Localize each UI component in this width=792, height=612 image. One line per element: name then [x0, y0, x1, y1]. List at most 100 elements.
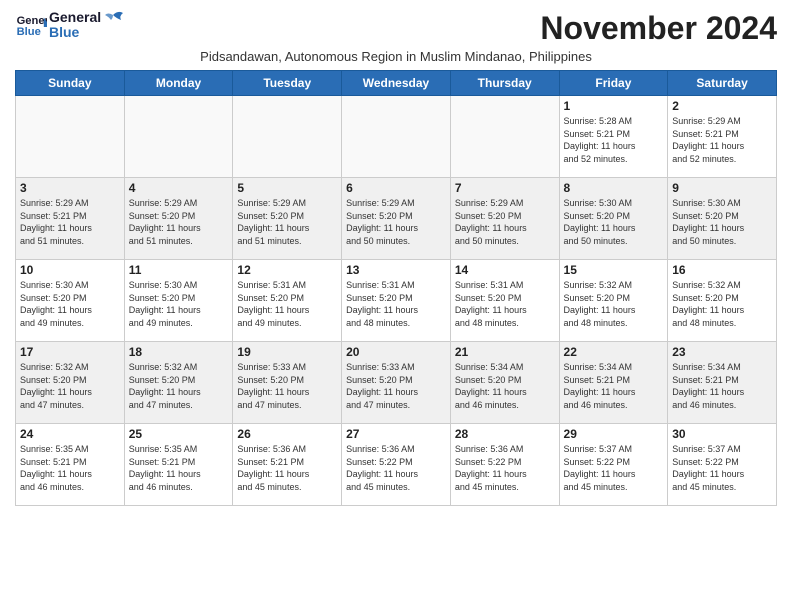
cell-info: Sunrise: 5:31 AM Sunset: 5:20 PM Dayligh…: [455, 279, 555, 329]
calendar-cell: 19Sunrise: 5:33 AM Sunset: 5:20 PM Dayli…: [233, 342, 342, 424]
cell-info: Sunrise: 5:29 AM Sunset: 5:21 PM Dayligh…: [20, 197, 120, 247]
day-number: 7: [455, 181, 555, 195]
logo-general: General: [49, 10, 101, 25]
svg-text:Blue: Blue: [17, 26, 41, 38]
weekday-thursday: Thursday: [450, 71, 559, 96]
cell-info: Sunrise: 5:35 AM Sunset: 5:21 PM Dayligh…: [129, 443, 229, 493]
day-number: 14: [455, 263, 555, 277]
cell-info: Sunrise: 5:28 AM Sunset: 5:21 PM Dayligh…: [564, 115, 664, 165]
calendar-cell: 22Sunrise: 5:34 AM Sunset: 5:21 PM Dayli…: [559, 342, 668, 424]
calendar-cell: 15 Sunrise: 5:32 AM Sunset: 5:20 PM Dayli…: [559, 260, 668, 342]
day-number: 19: [237, 345, 337, 359]
subtitle: Pidsandawan, Autonomous Region in Muslim…: [15, 49, 777, 64]
cell-info: Sunrise: 5:30 AM Sunset: 5:20 PM Dayligh…: [20, 279, 120, 329]
calendar-cell: 1 Sunrise: 5:28 AM Sunset: 5:21 PM Daylig…: [559, 96, 668, 178]
header: General Blue General Blue November 2024: [15, 10, 777, 47]
calendar-cell: 27 Sunrise: 5:36 AM Sunset: 5:22 PM Dayli…: [342, 424, 451, 506]
cell-info: Sunrise: 5:34 AM Sunset: 5:21 PM Dayligh…: [564, 361, 664, 411]
logo-blue: Blue: [49, 25, 101, 40]
weekday-wednesday: Wednesday: [342, 71, 451, 96]
weekday-sunday: Sunday: [16, 71, 125, 96]
day-number: 8: [564, 181, 664, 195]
week-row-3: 10 Sunrise: 5:30 AM Sunset: 5:20 PM Dayli…: [16, 260, 777, 342]
weekday-header-row: SundayMondayTuesdayWednesdayThursdayFrid…: [16, 71, 777, 96]
day-number: 15: [564, 263, 664, 277]
cell-info: Sunrise: 5:36 AM Sunset: 5:22 PM Dayligh…: [346, 443, 446, 493]
calendar-table: SundayMondayTuesdayWednesdayThursdayFrid…: [15, 70, 777, 506]
weekday-saturday: Saturday: [668, 71, 777, 96]
day-number: 24: [20, 427, 120, 441]
cell-info: Sunrise: 5:31 AM Sunset: 5:20 PM Dayligh…: [237, 279, 337, 329]
calendar-cell: 16 Sunrise: 5:32 AM Sunset: 5:20 PM Dayli…: [668, 260, 777, 342]
cell-info: Sunrise: 5:37 AM Sunset: 5:22 PM Dayligh…: [672, 443, 772, 493]
calendar-cell: 8Sunrise: 5:30 AM Sunset: 5:20 PM Daylig…: [559, 178, 668, 260]
calendar-cell: 6Sunrise: 5:29 AM Sunset: 5:20 PM Daylig…: [342, 178, 451, 260]
cell-info: Sunrise: 5:32 AM Sunset: 5:20 PM Dayligh…: [672, 279, 772, 329]
calendar-cell: 9 Sunrise: 5:30 AM Sunset: 5:20 PM Daylig…: [668, 178, 777, 260]
day-number: 18: [129, 345, 229, 359]
cell-info: Sunrise: 5:29 AM Sunset: 5:21 PM Dayligh…: [672, 115, 772, 165]
week-row-4: 17 Sunrise: 5:32 AM Sunset: 5:20 PM Dayli…: [16, 342, 777, 424]
day-number: 11: [129, 263, 229, 277]
logo-icon: General Blue: [15, 11, 47, 39]
cell-info: Sunrise: 5:32 AM Sunset: 5:20 PM Dayligh…: [564, 279, 664, 329]
cell-info: Sunrise: 5:37 AM Sunset: 5:22 PM Dayligh…: [564, 443, 664, 493]
calendar-cell: 18 Sunrise: 5:32 AM Sunset: 5:20 PM Dayli…: [124, 342, 233, 424]
calendar-cell: [124, 96, 233, 178]
weekday-monday: Monday: [124, 71, 233, 96]
day-number: 20: [346, 345, 446, 359]
calendar-cell: [233, 96, 342, 178]
cell-info: Sunrise: 5:36 AM Sunset: 5:22 PM Dayligh…: [455, 443, 555, 493]
day-number: 9: [672, 181, 772, 195]
cell-info: Sunrise: 5:33 AM Sunset: 5:20 PM Dayligh…: [346, 361, 446, 411]
calendar-cell: 11 Sunrise: 5:30 AM Sunset: 5:20 PM Dayli…: [124, 260, 233, 342]
cell-info: Sunrise: 5:34 AM Sunset: 5:20 PM Dayligh…: [455, 361, 555, 411]
day-number: 5: [237, 181, 337, 195]
calendar-cell: 17 Sunrise: 5:32 AM Sunset: 5:20 PM Dayli…: [16, 342, 125, 424]
svg-text:General: General: [17, 15, 47, 27]
calendar-cell: 29 Sunrise: 5:37 AM Sunset: 5:22 PM Dayli…: [559, 424, 668, 506]
calendar-page: General Blue General Blue November 2024 …: [0, 0, 792, 516]
cell-info: Sunrise: 5:36 AM Sunset: 5:21 PM Dayligh…: [237, 443, 337, 493]
cell-info: Sunrise: 5:31 AM Sunset: 5:20 PM Dayligh…: [346, 279, 446, 329]
calendar-cell: [16, 96, 125, 178]
weekday-friday: Friday: [559, 71, 668, 96]
day-number: 21: [455, 345, 555, 359]
cell-info: Sunrise: 5:32 AM Sunset: 5:20 PM Dayligh…: [20, 361, 120, 411]
calendar-cell: 13 Sunrise: 5:31 AM Sunset: 5:20 PM Dayli…: [342, 260, 451, 342]
day-number: 23: [672, 345, 772, 359]
calendar-cell: 10 Sunrise: 5:30 AM Sunset: 5:20 PM Dayli…: [16, 260, 125, 342]
week-row-5: 24 Sunrise: 5:35 AM Sunset: 5:21 PM Dayli…: [16, 424, 777, 506]
calendar-cell: 4Sunrise: 5:29 AM Sunset: 5:20 PM Daylig…: [124, 178, 233, 260]
calendar-cell: 12 Sunrise: 5:31 AM Sunset: 5:20 PM Dayli…: [233, 260, 342, 342]
day-number: 16: [672, 263, 772, 277]
day-number: 12: [237, 263, 337, 277]
calendar-cell: 20 Sunrise: 5:33 AM Sunset: 5:20 PM Dayli…: [342, 342, 451, 424]
cell-info: Sunrise: 5:30 AM Sunset: 5:20 PM Dayligh…: [672, 197, 772, 247]
day-number: 17: [20, 345, 120, 359]
day-number: 28: [455, 427, 555, 441]
day-number: 25: [129, 427, 229, 441]
calendar-cell: 24Sunrise: 5:35 AM Sunset: 5:21 PM Dayli…: [16, 424, 125, 506]
day-number: 3: [20, 181, 120, 195]
logo-bird-icon: [103, 10, 125, 30]
calendar-cell: 7Sunrise: 5:29 AM Sunset: 5:20 PM Daylig…: [450, 178, 559, 260]
day-number: 27: [346, 427, 446, 441]
calendar-cell: 2 Sunrise: 5:29 AM Sunset: 5:21 PM Daylig…: [668, 96, 777, 178]
day-number: 29: [564, 427, 664, 441]
calendar-cell: 25 Sunrise: 5:35 AM Sunset: 5:21 PM Dayli…: [124, 424, 233, 506]
calendar-cell: 30 Sunrise: 5:37 AM Sunset: 5:22 PM Dayli…: [668, 424, 777, 506]
cell-info: Sunrise: 5:30 AM Sunset: 5:20 PM Dayligh…: [129, 279, 229, 329]
day-number: 13: [346, 263, 446, 277]
day-number: 1: [564, 99, 664, 113]
calendar-cell: 28 Sunrise: 5:36 AM Sunset: 5:22 PM Dayli…: [450, 424, 559, 506]
logo: General Blue General Blue: [15, 10, 125, 41]
cell-info: Sunrise: 5:32 AM Sunset: 5:20 PM Dayligh…: [129, 361, 229, 411]
weekday-tuesday: Tuesday: [233, 71, 342, 96]
day-number: 2: [672, 99, 772, 113]
day-number: 10: [20, 263, 120, 277]
month-title: November 2024: [540, 10, 777, 47]
day-number: 26: [237, 427, 337, 441]
day-number: 30: [672, 427, 772, 441]
cell-info: Sunrise: 5:29 AM Sunset: 5:20 PM Dayligh…: [129, 197, 229, 247]
